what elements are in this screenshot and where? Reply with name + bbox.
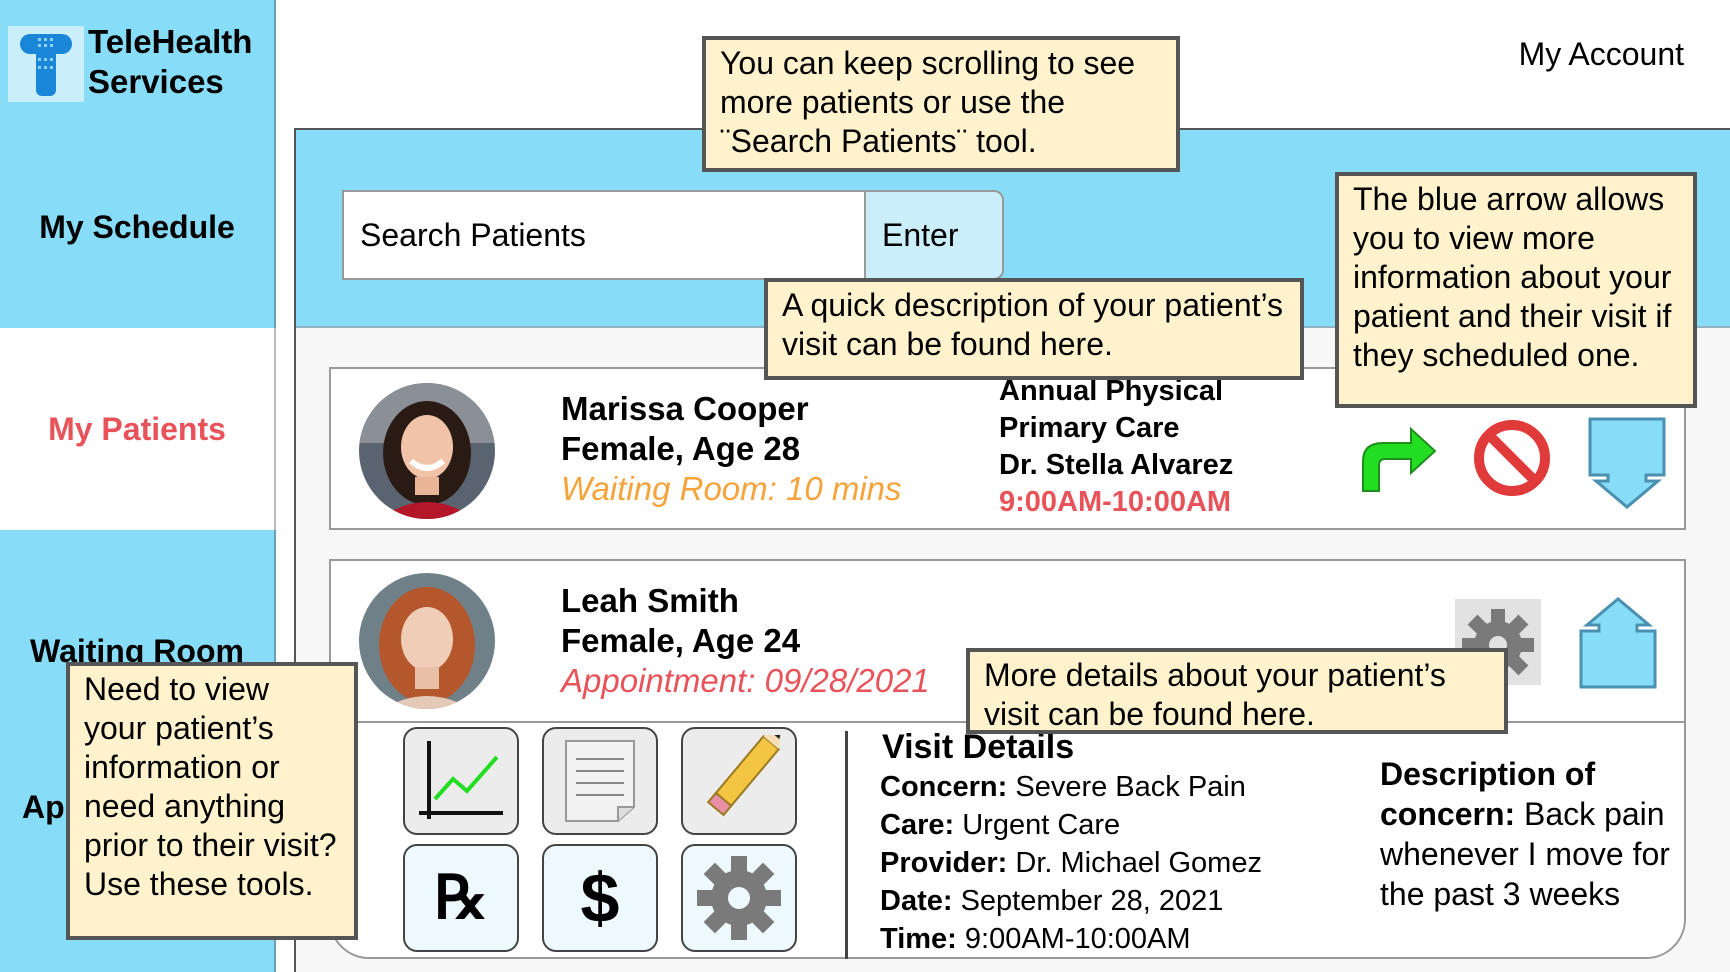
accept-arrow-icon[interactable] [1355, 425, 1439, 500]
detail-provider: Provider: Dr. Michael Gomez [880, 844, 1262, 882]
app-name: TeleHealth Services [88, 22, 278, 102]
detail-care: Care: Urgent Care [880, 806, 1262, 844]
patient-summary: Leah Smith Female, Age 24 Appointment: 0… [561, 581, 930, 701]
gear-icon [697, 856, 781, 940]
tooltip-blue-arrow: The blue arrow allows you to view more i… [1335, 172, 1697, 408]
app-name-line2: Services [88, 63, 224, 100]
settings-tool-button[interactable] [681, 844, 797, 952]
notes-tool-button[interactable] [542, 727, 658, 835]
notes-icon [565, 740, 635, 822]
search-placeholder: Search Patients [360, 216, 586, 253]
billing-tool-button[interactable]: $ [542, 844, 658, 952]
decline-icon[interactable] [1471, 417, 1553, 504]
tooltip-tools: Need to view your patient’s information … [66, 662, 358, 940]
sidebar-item-my-schedule[interactable]: My Schedule [0, 126, 276, 328]
sidebar-item-label: Ap [22, 788, 65, 825]
tooltip-quick-description: A quick description of your patient’s vi… [764, 278, 1304, 380]
patient-summary: Marissa Cooper Female, Age 28 Waiting Ro… [561, 389, 902, 509]
visit-care: Primary Care [999, 412, 1180, 444]
detail-date: Date: September 28, 2021 [880, 882, 1262, 920]
patient-status: Waiting Room: 10 mins [561, 470, 902, 507]
detail-label: Provider: [880, 847, 1008, 879]
detail-label: Concern: [880, 771, 1008, 803]
chart-icon [419, 741, 503, 819]
details-divider [845, 731, 848, 959]
tooltip-more-details: More details about your patient’s visit … [966, 648, 1508, 734]
patient-status: Appointment: 09/28/2021 [561, 662, 930, 699]
sidebar-item-my-patients[interactable]: My Patients [0, 328, 276, 530]
prescription-tool-button[interactable]: ℞ [403, 844, 519, 952]
detail-label: Date: [880, 885, 953, 917]
search-enter-button[interactable]: Enter [864, 190, 1004, 280]
detail-time: Time: 9:00AM-10:00AM [880, 920, 1262, 958]
sidebar-item-label: My Patients [48, 410, 226, 447]
visit-provider: Dr. Stella Alvarez [999, 449, 1234, 481]
detail-value: September 28, 2021 [952, 885, 1224, 917]
sidebar-item-label: My Schedule [39, 208, 235, 245]
collapse-up-arrow-icon[interactable] [1577, 595, 1659, 696]
detail-concern: Concern: Severe Back Pain [880, 768, 1262, 806]
expand-down-arrow-icon[interactable] [1586, 415, 1668, 516]
app-logo-panel: TeleHealth Services [0, 0, 276, 126]
detail-label: Care: [880, 809, 955, 841]
patient-name: Marissa Cooper [561, 390, 809, 427]
logo-icon [8, 26, 84, 102]
detail-value: Dr. Michael Gomez [1007, 847, 1262, 879]
detail-label: Time: [880, 923, 957, 955]
avatar [359, 573, 495, 709]
visit-summary: Annual Physical Primary Care Dr. Stella … [999, 373, 1233, 521]
chart-tool-button[interactable] [403, 727, 519, 835]
search-enter-label: Enter [882, 216, 959, 253]
app-name-line1: TeleHealth [88, 23, 253, 60]
concern-description: Description of concern: Back pain whenev… [1380, 754, 1680, 914]
detail-value: 9:00AM-10:00AM [956, 923, 1191, 955]
billing-icon: $ [580, 859, 620, 937]
detail-value: Urgent Care [954, 809, 1121, 841]
search-input[interactable]: Search Patients [342, 190, 864, 280]
tooltip-scroll-search: You can keep scrolling to see more patie… [702, 36, 1180, 172]
patient-demographics: Female, Age 24 [561, 622, 801, 659]
visit-details: Visit Details Concern: Severe Back Pain … [880, 728, 1262, 958]
patient-demographics: Female, Age 28 [561, 430, 801, 467]
visit-time: 9:00AM-10:00AM [999, 486, 1232, 518]
avatar [359, 383, 495, 519]
pencil-icon [706, 735, 782, 817]
prescription-icon: ℞ [434, 863, 488, 933]
detail-value: Severe Back Pain [1007, 771, 1246, 803]
patient-name: Leah Smith [561, 582, 739, 619]
my-account-link[interactable]: My Account [1519, 36, 1684, 73]
edit-tool-button[interactable] [681, 727, 797, 835]
